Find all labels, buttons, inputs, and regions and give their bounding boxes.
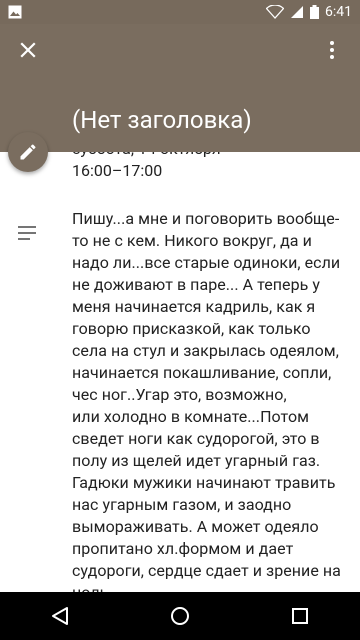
description-line: полу из щелей идет угарный газ.: [72, 451, 321, 470]
event-date: суббота, 14 октября: [72, 152, 221, 160]
close-icon[interactable]: [16, 38, 40, 62]
event-title: (Нет заголовка): [72, 106, 252, 134]
event-details: суббота, 14 октября 16:00–17:00 Пишу...а…: [0, 152, 360, 592]
wifi-icon: [266, 5, 284, 19]
status-time: 6:41: [325, 4, 352, 20]
event-time: 16:00–17:00: [72, 161, 163, 180]
description-line: Гадюки мужики начинают травить: [72, 473, 336, 492]
back-button[interactable]: [36, 592, 84, 640]
app-bar: (Нет заголовка): [0, 24, 360, 152]
signal-icon: [291, 6, 303, 18]
back-icon: [52, 607, 68, 625]
status-bar: 6:41: [0, 0, 360, 24]
event-description: Пишу...а мне и поговорить вообще- то не …: [72, 208, 352, 592]
description-line: Пишу...а мне и поговорить вообще-: [72, 209, 340, 228]
image-icon: [8, 5, 22, 19]
notes-icon: [18, 226, 36, 240]
description-line: не доживают в паре... А теперь у: [72, 275, 321, 294]
description-line: села на стул и закрылась одеялом,: [72, 341, 339, 360]
edit-icon: [20, 144, 36, 160]
home-icon: [171, 607, 189, 625]
recents-button[interactable]: [276, 592, 324, 640]
description-line: сведет ноги как судорогой, это в: [72, 429, 320, 448]
home-button[interactable]: [156, 592, 204, 640]
description-line: судороги, сердце сдает и зрение на: [72, 561, 341, 580]
description-line: пропитано хл.формом и дает: [72, 539, 294, 558]
description-line: надо ли...все старые одиноки, если: [72, 253, 341, 272]
edit-button[interactable]: [8, 132, 48, 172]
description-line: чес ног..Угар это, возможно,: [72, 385, 287, 404]
description-line: говорю присказкой, как только: [72, 319, 311, 338]
description-line: ноль...: [72, 582, 352, 592]
description-line: или холодно в комнате...Потом: [72, 407, 310, 426]
battery-icon: [310, 5, 319, 19]
description-line: меня начинается кадриль, как я: [72, 297, 316, 316]
description-line: начинается покашливание, сопли,: [72, 363, 332, 382]
more-vert-icon[interactable]: [320, 38, 344, 62]
description-line: вымораживать. А может одеяло: [72, 517, 319, 536]
recents-icon: [292, 608, 308, 624]
description-line: то не с кем. Никого вокруг, да и: [72, 231, 312, 250]
navigation-bar: [0, 592, 360, 640]
description-line: нас угарным газом, и заодно: [72, 495, 292, 514]
